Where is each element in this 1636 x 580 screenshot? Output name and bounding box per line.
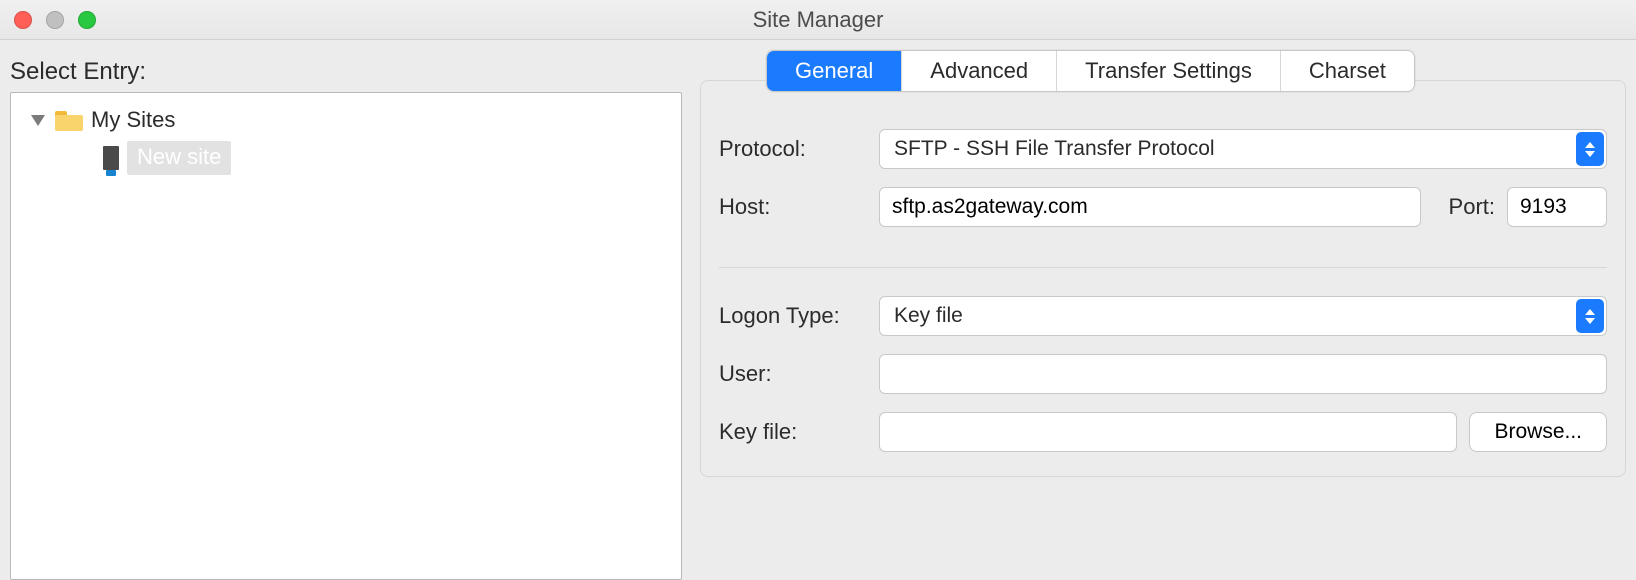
host-input[interactable] bbox=[879, 187, 1421, 227]
tree-item-new-site[interactable]: New site bbox=[17, 139, 675, 177]
logon-type-label: Logon Type: bbox=[719, 303, 879, 329]
logon-type-select[interactable]: Key file bbox=[879, 296, 1607, 336]
title-bar: Site Manager bbox=[0, 0, 1636, 40]
protocol-value: SFTP - SSH File Transfer Protocol bbox=[894, 137, 1215, 161]
tree-root-mysites[interactable]: My Sites bbox=[17, 101, 675, 139]
tree-root-label: My Sites bbox=[91, 107, 175, 133]
tab-transfer[interactable]: Transfer Settings bbox=[1056, 51, 1280, 91]
site-tree[interactable]: My Sites New site bbox=[10, 92, 682, 580]
general-panel: Protocol: SFTP - SSH File Transfer Proto… bbox=[700, 80, 1626, 477]
disclosure-triangle-icon[interactable] bbox=[31, 115, 45, 126]
tab-advanced[interactable]: Advanced bbox=[901, 51, 1056, 91]
protocol-select[interactable]: SFTP - SSH File Transfer Protocol bbox=[879, 129, 1607, 169]
key-file-input[interactable] bbox=[879, 412, 1457, 452]
protocol-label: Protocol: bbox=[719, 136, 879, 162]
tab-general[interactable]: General bbox=[767, 51, 901, 91]
select-stepper-icon bbox=[1576, 299, 1604, 333]
tab-charset[interactable]: Charset bbox=[1280, 51, 1414, 91]
key-file-label: Key file: bbox=[719, 419, 879, 445]
user-input[interactable] bbox=[879, 354, 1607, 394]
port-label: Port: bbox=[1449, 194, 1495, 220]
port-input[interactable] bbox=[1507, 187, 1607, 227]
server-icon bbox=[103, 146, 119, 170]
section-divider bbox=[719, 267, 1607, 268]
logon-type-value: Key file bbox=[894, 304, 963, 328]
host-label: Host: bbox=[719, 194, 879, 220]
tree-item-label: New site bbox=[127, 141, 231, 175]
browse-button[interactable]: Browse... bbox=[1469, 412, 1607, 452]
user-label: User: bbox=[719, 361, 879, 387]
select-stepper-icon bbox=[1576, 132, 1604, 166]
window-title: Site Manager bbox=[0, 7, 1636, 33]
folder-icon bbox=[55, 109, 83, 131]
tab-bar: General Advanced Transfer Settings Chars… bbox=[766, 50, 1415, 92]
select-entry-label: Select Entry: bbox=[10, 58, 682, 86]
